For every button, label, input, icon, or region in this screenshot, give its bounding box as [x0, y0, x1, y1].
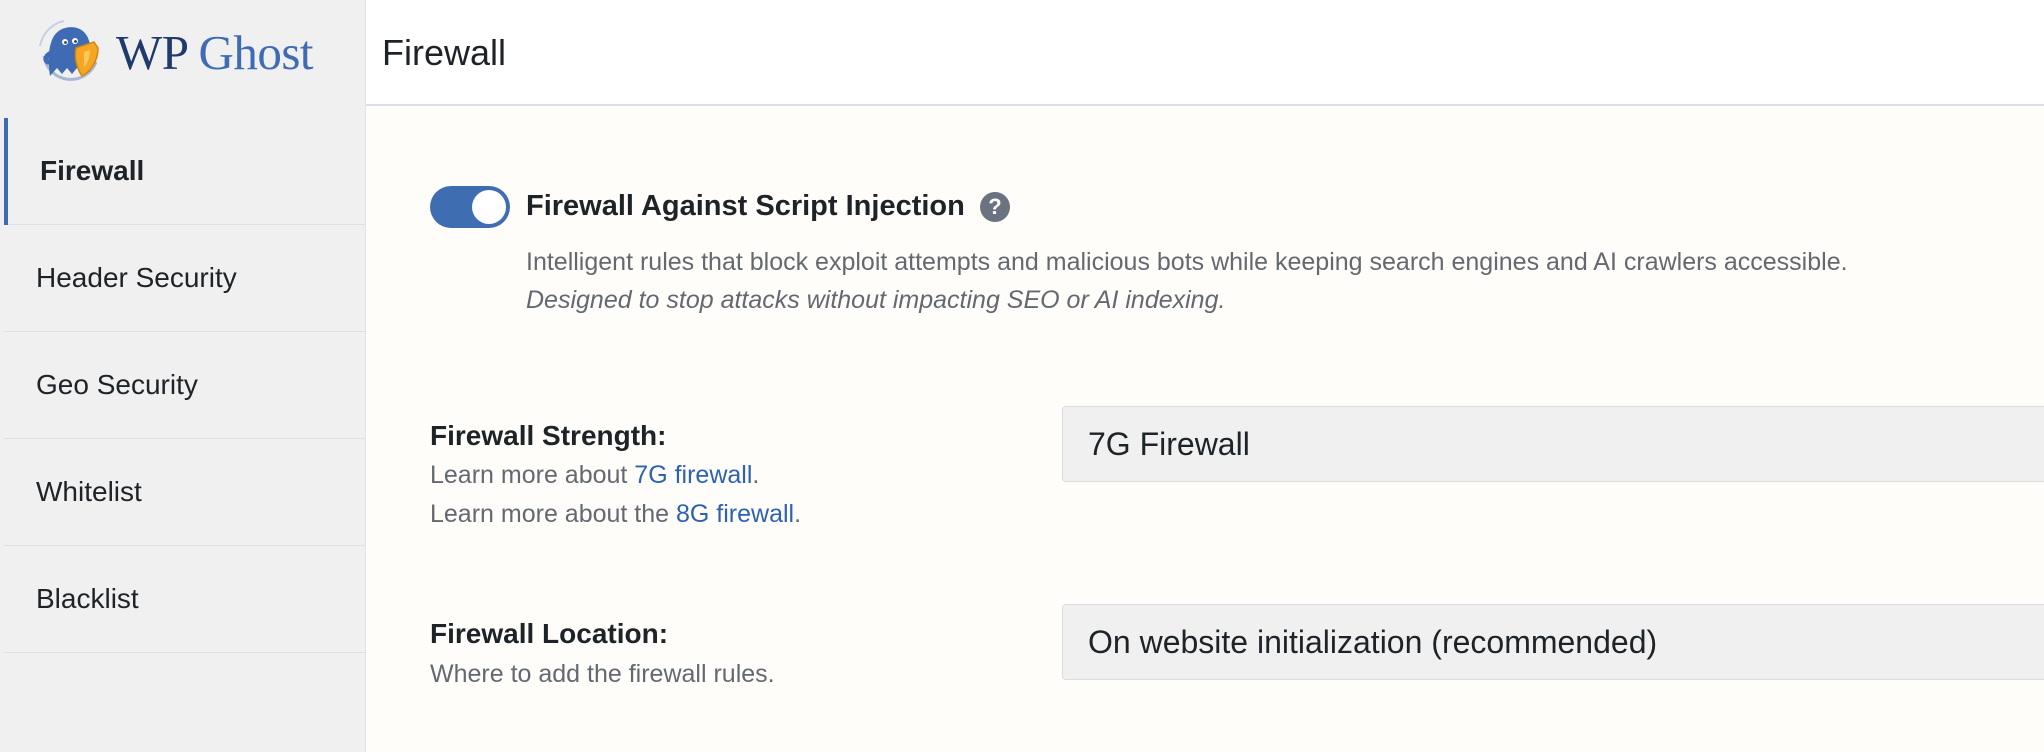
sidebar: WP Ghost Firewall Header Security Geo Se…	[0, 0, 366, 752]
page-header: Firewall	[366, 0, 2044, 106]
feature-note: Designed to stop attacks without impacti…	[526, 286, 1226, 314]
sidebar-item-geo-security[interactable]: Geo Security	[4, 332, 365, 439]
page-title: Firewall	[382, 32, 507, 73]
help-icon[interactable]: ?	[980, 192, 1010, 222]
logo-ghost-text: Ghost	[198, 24, 314, 80]
main-content: Firewall Against Script Injection ? Inte…	[366, 106, 2044, 752]
ghost-mascot-icon	[39, 20, 99, 81]
sidebar-item-label: Geo Security	[36, 369, 198, 400]
logo-wp-text: WP	[116, 24, 187, 80]
help-text-end: .	[752, 461, 760, 489]
firewall-location-select[interactable]: On website initialization (recommended)	[1062, 604, 2044, 680]
sidebar-item-label: Blacklist	[36, 583, 139, 614]
firewall-location-label: Firewall Location:	[430, 618, 669, 649]
sidebar-item-blacklist[interactable]: Blacklist	[4, 546, 365, 653]
logo-text: WP Ghost	[116, 24, 314, 81]
link-7g-firewall[interactable]: 7G firewall	[634, 461, 752, 489]
sidebar-item-whitelist[interactable]: Whitelist	[4, 439, 365, 546]
sidebar-item-firewall[interactable]: Firewall	[4, 118, 365, 225]
help-text: Learn more about the	[430, 500, 676, 528]
firewall-injection-toggle[interactable]	[430, 186, 510, 228]
sidebar-item-header-security[interactable]: Header Security	[4, 225, 365, 332]
link-8g-firewall[interactable]: 8G firewall	[676, 500, 794, 528]
help-text-end: .	[794, 500, 802, 528]
sidebar-item-label: Header Security	[36, 262, 237, 293]
logo[interactable]: WP Ghost	[34, 14, 314, 90]
feature-title: Firewall Against Script Injection	[526, 190, 965, 222]
help-text: Learn more about	[430, 461, 635, 489]
toggle-knob	[472, 190, 506, 224]
sidebar-nav: Firewall Header Security Geo Security Wh…	[4, 118, 365, 653]
firewall-location-help: Where to add the firewall rules.	[430, 660, 775, 688]
firewall-strength-select[interactable]: 7G Firewall	[1062, 406, 2044, 482]
firewall-strength-label: Firewall Strength:	[430, 420, 667, 451]
sidebar-item-label: Firewall	[40, 155, 145, 186]
firewall-strength-help-7g: Learn more about 7G firewall.	[430, 461, 759, 490]
sidebar-item-label: Whitelist	[36, 476, 142, 507]
firewall-strength-help-8g: Learn more about the 8G firewall.	[430, 500, 801, 529]
feature-description: Intelligent rules that block exploit att…	[526, 248, 1848, 276]
